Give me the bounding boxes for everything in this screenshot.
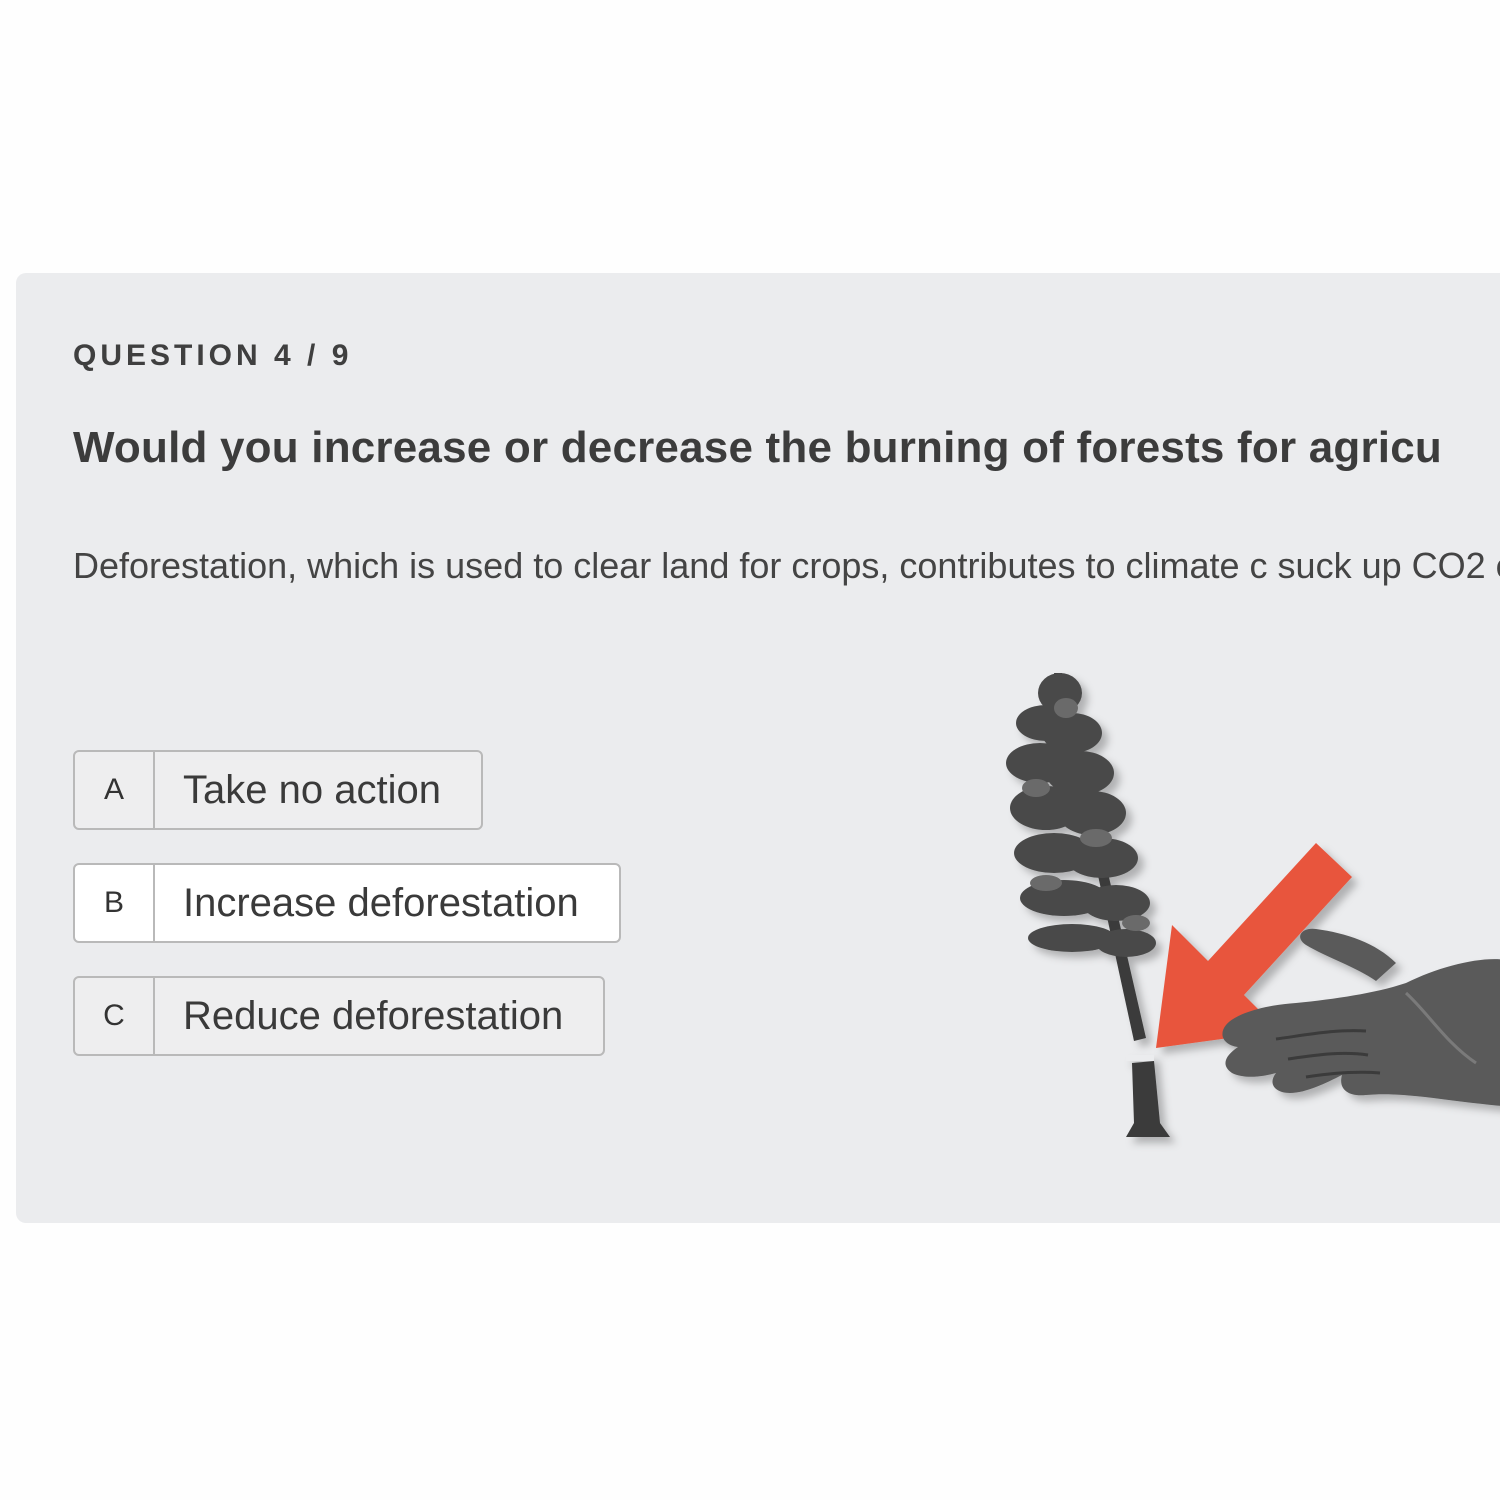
option-letter: B bbox=[75, 865, 155, 941]
option-label: Increase deforestation bbox=[183, 880, 579, 925]
question-title: Would you increase or decrease the burni… bbox=[73, 423, 1442, 472]
deforestation-illustration bbox=[1006, 673, 1500, 1137]
option-b-button[interactable]: B Increase deforestation bbox=[73, 863, 621, 943]
option-c-button[interactable]: C Reduce deforestation bbox=[73, 976, 606, 1056]
question-card: QUESTION 4 / 9 Would you increase or dec… bbox=[16, 273, 1500, 1223]
option-a-button[interactable]: A Take no action bbox=[73, 750, 483, 830]
question-description: Deforestation, which is used to clear la… bbox=[73, 545, 1500, 586]
option-letter: C bbox=[75, 978, 155, 1054]
question-counter: QUESTION 4 / 9 bbox=[73, 339, 353, 372]
option-label: Take no action bbox=[183, 767, 441, 812]
tree-icon bbox=[1006, 673, 1170, 1137]
option-letter: A bbox=[75, 752, 155, 828]
page: QUESTION 4 / 9 Would you increase or dec… bbox=[0, 0, 1500, 1500]
option-label: Reduce deforestation bbox=[183, 993, 564, 1038]
